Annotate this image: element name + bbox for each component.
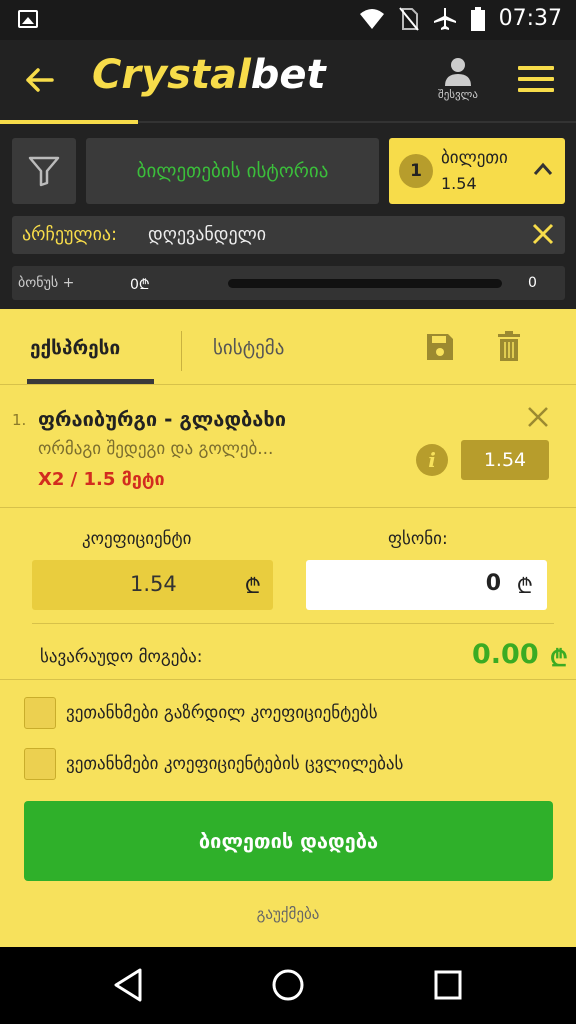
agree-increased-odds-label: ვეთანხმები გაზრდილ კოეფიციენტებს — [66, 703, 378, 723]
nav-back-icon[interactable] — [112, 967, 144, 1003]
bonus-progress-bar — [228, 279, 502, 288]
wifi-icon — [359, 8, 384, 29]
event-pick: X2 / 1.5 მეტი — [38, 469, 165, 490]
trash-icon[interactable] — [498, 331, 520, 361]
nav-recents-icon[interactable] — [433, 967, 463, 1003]
betslip-toolbar: ბილეთების ისტორია 1 ბილეთი 1.54 არჩეულია… — [0, 124, 576, 309]
nav-home-icon[interactable] — [270, 967, 306, 1003]
tab-system[interactable]: სისტემა — [213, 337, 284, 359]
remove-event-icon[interactable] — [526, 405, 550, 429]
save-icon[interactable] — [426, 333, 454, 361]
event-odds: 1.54 — [461, 440, 549, 480]
logo-text-2: bet — [250, 52, 326, 98]
filter-value: დღევანდელი — [148, 224, 267, 245]
event-market: ორმაგი შედეგი და გოლებ... — [38, 439, 274, 459]
back-arrow-icon[interactable] — [22, 62, 58, 98]
filter-button[interactable] — [12, 138, 76, 204]
place-bet-button[interactable]: ბილეთის დადება — [24, 801, 553, 881]
user-icon — [445, 58, 471, 86]
coefficient-value: 1.54 — [130, 572, 177, 596]
image-notification-icon — [18, 10, 38, 28]
airplane-icon — [433, 7, 456, 30]
event-number: 1. — [12, 411, 27, 429]
stake-section: კოეფიციენტი ფსონი: 1.54 ₾ 0 ₾ სავარაუდო … — [0, 507, 576, 697]
ticket-history-button[interactable]: ბილეთების ისტორია — [86, 138, 379, 204]
tab-express[interactable]: ექსპრესი — [30, 337, 120, 359]
lari-icon: ₾ — [244, 574, 261, 598]
bonus-value: 0₾ — [130, 277, 150, 293]
coefficient-field: 1.54 ₾ — [32, 560, 273, 610]
bonus-label: ბონუს + — [18, 275, 75, 291]
header-divider — [138, 121, 576, 123]
bet-event: 1. ფრაიბურგი - გლადბახი ორმაგი შედეგი და… — [0, 385, 576, 507]
stake-input[interactable]: 0 ₾ — [306, 560, 547, 610]
stake-label: ფსონი: — [388, 529, 448, 549]
possible-win-label: სავარაუდო მოგება: — [40, 647, 203, 667]
login-label: შესვლა — [438, 88, 478, 101]
status-time: 07:37 — [498, 6, 562, 31]
bonus-row: ბონუს + 0₾ 0 — [12, 266, 565, 300]
app-bar: Crystalbet შესვლა — [0, 40, 576, 122]
funnel-icon — [28, 156, 60, 187]
tab-separator — [181, 331, 182, 371]
agree-odds-change-checkbox[interactable] — [24, 748, 56, 780]
hamburger-menu-icon[interactable] — [518, 66, 554, 96]
event-title: ფრაიბურგი - გლადბახი — [38, 407, 287, 431]
ticket-toggle-button[interactable]: 1 ბილეთი 1.54 — [389, 138, 565, 204]
ticket-count-badge: 1 — [399, 154, 433, 188]
bet-type-tabs: ექსპრესი სისტემა — [0, 309, 576, 385]
selected-filter-row: არჩეულია: დღევანდელი — [12, 216, 565, 254]
lari-icon: ₾ — [550, 646, 568, 672]
no-sim-icon — [398, 6, 419, 31]
stake-divider — [0, 679, 576, 680]
cancel-link[interactable]: გაუქმება — [0, 905, 576, 923]
battery-icon — [470, 6, 485, 31]
betslip-panel: ექსპრესი სისტემა 1. ფრაიბურგი - გლადბახი… — [0, 309, 576, 947]
stake-value: 0 — [485, 571, 501, 596]
chevron-up-icon — [533, 162, 553, 175]
login-button[interactable]: შესვლა — [430, 56, 486, 101]
agree-odds-change-label: ვეთანხმები კოეფიციენტების ცვლილებას — [66, 754, 404, 774]
coefficient-label: კოეფიციენტი — [82, 529, 192, 549]
win-divider — [32, 623, 554, 624]
agreements: ვეთანხმები გაზრდილ კოეფიციენტებს ვეთანხმ… — [0, 697, 576, 797]
agree-increased-odds-checkbox[interactable] — [24, 697, 56, 729]
clear-filter-icon[interactable] — [531, 222, 555, 246]
ticket-odds: 1.54 — [441, 174, 477, 193]
system-nav-bar — [0, 947, 576, 1024]
filter-key: არჩეულია: — [22, 224, 118, 245]
brand-logo: Crystalbet — [92, 52, 326, 98]
status-bar: 07:37 — [0, 0, 576, 40]
bonus-max: 0 — [528, 275, 537, 291]
logo-text-1: Crystal — [92, 52, 251, 98]
lari-icon: ₾ — [516, 574, 533, 598]
info-icon[interactable]: i — [416, 444, 448, 476]
possible-win-value: 0.00 — [472, 639, 539, 670]
ticket-label: ბილეთი — [441, 148, 508, 168]
